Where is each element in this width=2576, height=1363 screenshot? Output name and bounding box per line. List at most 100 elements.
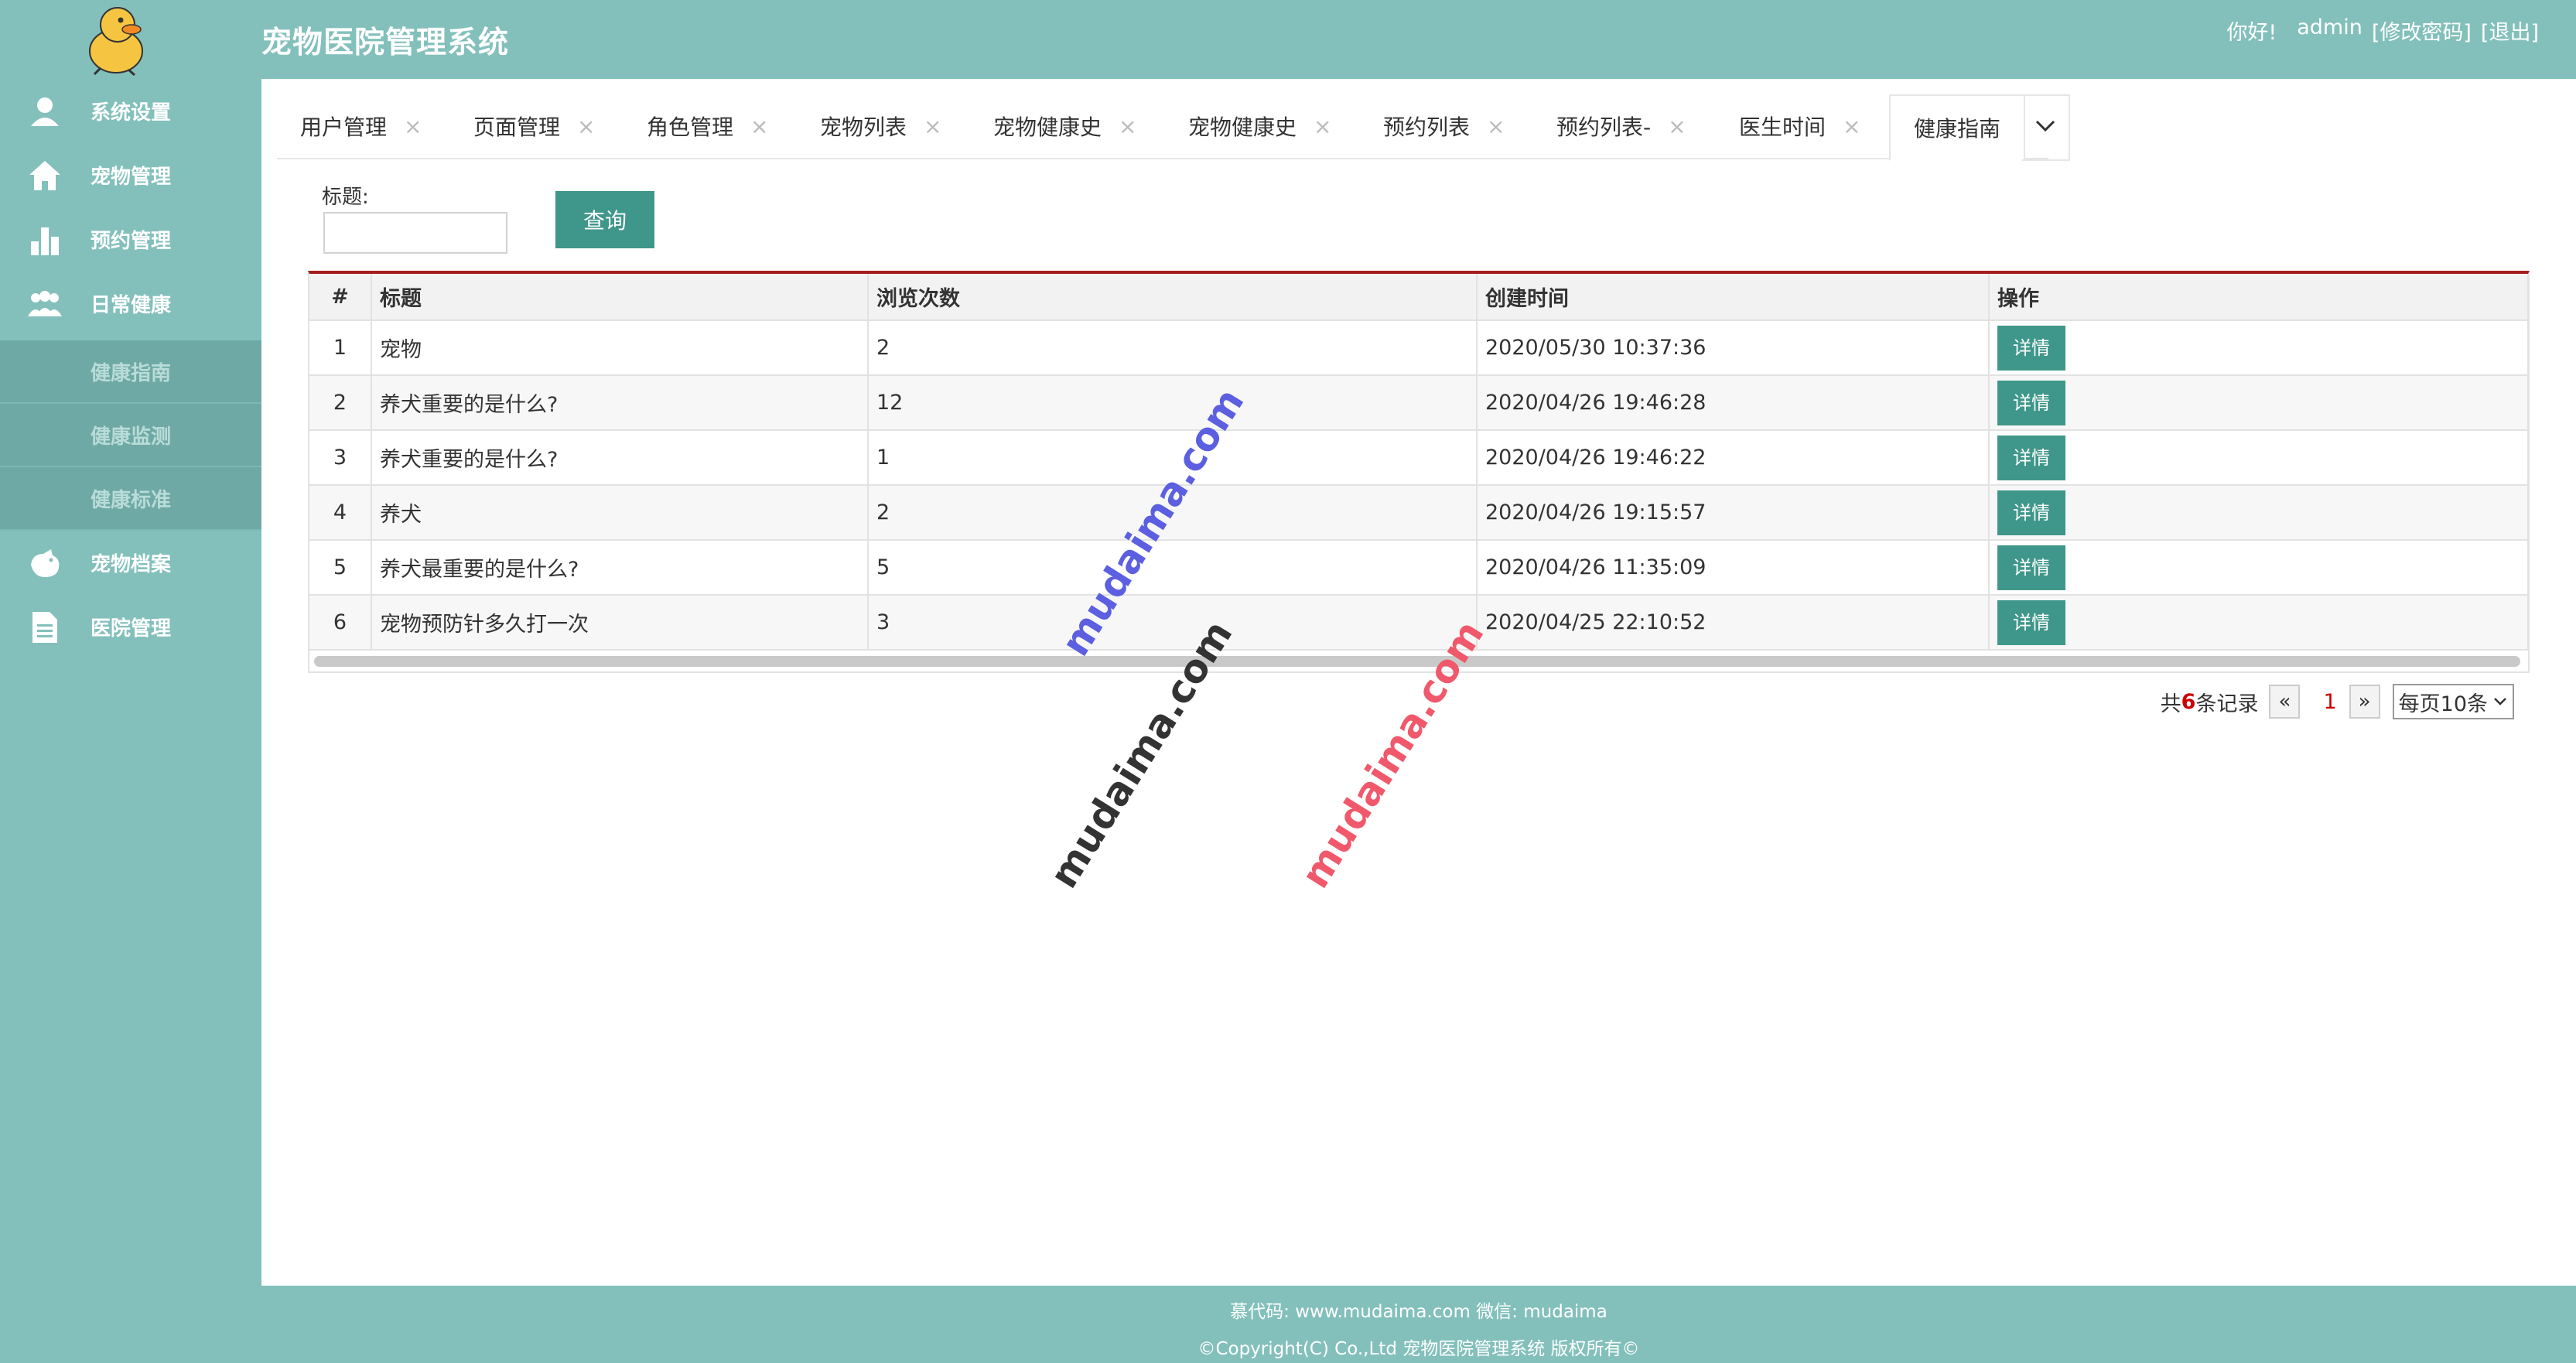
- row-action-cell: 详情: [1989, 320, 2529, 376]
- close-icon[interactable]: ×: [1119, 114, 1136, 139]
- footer-line-1: 慕代码: www.mudaima.com 微信: mudaima: [1230, 1302, 1607, 1322]
- tab-appointment-list[interactable]: 预约列表 ×: [1383, 94, 1505, 158]
- tab-doctor-time[interactable]: 医生时间 ×: [1739, 94, 1860, 158]
- row-created: 2020/05/30 10:37:36: [1477, 320, 1990, 376]
- sidebar: 系统设置 宠物管理 预约管理 日常健康 健康指南 健康监测 健康标准 宠物档案: [0, 79, 261, 1286]
- tab-role-management[interactable]: 角色管理 ×: [647, 94, 768, 158]
- footer: 慕代码: www.mudaima.com 微信: mudaima ©Copyri…: [261, 1286, 2576, 1363]
- row-views: 3: [868, 595, 1478, 651]
- sidebar-item-label: 医院管理: [91, 617, 172, 641]
- close-icon[interactable]: ×: [1314, 114, 1331, 139]
- prev-page-button[interactable]: «: [2269, 685, 2301, 719]
- sidebar-item-appointment-management[interactable]: 预约管理: [0, 207, 261, 272]
- home-icon: [26, 157, 63, 194]
- tab-bar: 用户管理 × 页面管理 × 角色管理 × 宠物列表 × 宠物健康史 × 宠物健康…: [277, 94, 2070, 161]
- detail-button[interactable]: 详情: [1997, 490, 2065, 535]
- row-title: 养犬重要的是什么?: [371, 430, 869, 486]
- data-table: # 标题 浏览次数 创建时间 操作 1 宠物 2 2020/05/30 10:3…: [308, 271, 2530, 673]
- close-icon[interactable]: ×: [1487, 114, 1505, 139]
- row-views: 5: [868, 540, 1478, 596]
- sidebar-item-daily-health[interactable]: 日常健康: [0, 272, 261, 336]
- tab-appointment-list-2[interactable]: 预约列表- ×: [1556, 94, 1686, 158]
- table-row: 2 养犬重要的是什么? 12 2020/04/26 19:46:28 详情: [309, 375, 2529, 431]
- row-created: 2020/04/26 11:35:09: [1477, 540, 1990, 596]
- change-password-link[interactable]: [修改密码]: [2372, 15, 2472, 46]
- row-created: 2020/04/25 22:10:52: [1477, 595, 1990, 651]
- detail-button[interactable]: 详情: [1997, 435, 2065, 480]
- sidebar-item-pet-management[interactable]: 宠物管理: [0, 143, 261, 207]
- tab-label: 角色管理: [647, 114, 734, 140]
- detail-button[interactable]: 详情: [1997, 380, 2065, 425]
- close-icon[interactable]: ×: [404, 114, 422, 139]
- row-title: 宠物: [371, 320, 869, 376]
- search-title-input[interactable]: [323, 212, 507, 254]
- close-icon[interactable]: ×: [924, 114, 941, 139]
- duck-logo-icon: [77, 2, 155, 77]
- tab-label: 页面管理: [473, 114, 561, 140]
- next-page-button[interactable]: »: [2349, 685, 2380, 719]
- sidebar-item-label: 日常健康: [91, 294, 172, 317]
- sidebar-subitem-label: 健康监测: [91, 425, 172, 449]
- footer-line-2: ©Copyright(C) Co.,Ltd 宠物医院管理系统 版权所有©: [1197, 1339, 1640, 1359]
- document-icon: [26, 609, 63, 646]
- tab-page-management[interactable]: 页面管理 ×: [473, 94, 595, 158]
- row-action-cell: 详情: [1989, 375, 2529, 431]
- tab-label: 医生时间: [1739, 114, 1826, 140]
- pagination-suffix: 条记录: [2195, 692, 2259, 716]
- tab-label: 预约列表-: [1556, 114, 1652, 140]
- close-icon[interactable]: ×: [750, 114, 768, 139]
- sidebar-subitem-label: 健康指南: [91, 362, 172, 385]
- detail-button[interactable]: 详情: [1997, 600, 2065, 645]
- close-icon[interactable]: ×: [1843, 114, 1860, 139]
- sidebar-item-hospital-management[interactable]: 医院管理: [0, 595, 261, 659]
- tab-pet-list[interactable]: 宠物列表 ×: [820, 94, 941, 158]
- sidebar-item-system-settings[interactable]: 系统设置: [0, 79, 261, 143]
- users-icon: [26, 285, 63, 323]
- query-button[interactable]: 查询: [555, 191, 654, 248]
- table-row: 5 养犬最重要的是什么? 5 2020/04/26 11:35:09 详情: [309, 540, 2529, 596]
- tab-more-button[interactable]: [2022, 94, 2070, 161]
- pet-icon: [26, 545, 63, 582]
- sidebar-item-label: 系统设置: [91, 101, 172, 125]
- username-text: admin: [2297, 15, 2362, 39]
- row-views: 12: [868, 375, 1478, 431]
- logout-link[interactable]: [退出]: [2481, 15, 2539, 46]
- tab-label: 宠物健康史: [1188, 114, 1297, 140]
- column-header: #: [309, 274, 372, 321]
- user-bar: 你好! admin [修改密码] [退出]: [2226, 15, 2539, 46]
- close-icon[interactable]: ×: [577, 114, 595, 139]
- horizontal-scrollbar[interactable]: [314, 656, 2520, 667]
- column-header: 创建时间: [1477, 274, 1990, 321]
- table-row: 3 养犬重要的是什么? 1 2020/04/26 19:46:22 详情: [309, 430, 2529, 486]
- search-title-label: 标题:: [322, 186, 369, 209]
- row-created: 2020/04/26 19:46:28: [1477, 375, 1990, 431]
- tab-label: 宠物健康史: [993, 114, 1102, 140]
- row-title: 宠物预防针多久打一次: [371, 595, 869, 651]
- detail-button[interactable]: 详情: [1997, 545, 2065, 590]
- tab-health-guide[interactable]: 健康指南: [1889, 94, 2026, 161]
- sidebar-item-pet-records[interactable]: 宠物档案: [0, 531, 261, 595]
- row-action-cell: 详情: [1989, 485, 2529, 541]
- app-title: 宠物医院管理系统: [261, 26, 510, 60]
- bar-chart-icon: [26, 221, 63, 258]
- row-action-cell: 详情: [1989, 540, 2529, 596]
- row-action-cell: 详情: [1989, 595, 2529, 651]
- detail-button[interactable]: 详情: [1997, 325, 2065, 371]
- tab-label: 健康指南: [1914, 116, 2001, 142]
- close-icon[interactable]: ×: [1668, 114, 1686, 139]
- sidebar-item-label: 宠物管理: [91, 166, 172, 189]
- tab-pet-health-history-2[interactable]: 宠物健康史 ×: [1188, 94, 1331, 158]
- sidebar-item-label: 预约管理: [91, 230, 172, 253]
- current-page[interactable]: 1: [2323, 690, 2336, 714]
- pagination: 共 6 条记录 « 1 » 每页10条: [2161, 682, 2514, 721]
- sidebar-subitem-health-guide[interactable]: 健康指南: [0, 340, 261, 404]
- row-title: 养犬最重要的是什么?: [371, 540, 869, 596]
- tab-pet-health-history[interactable]: 宠物健康史 ×: [993, 94, 1136, 158]
- sidebar-subitem-health-standard[interactable]: 健康标准: [0, 467, 261, 531]
- sidebar-subitem-health-monitor[interactable]: 健康监测: [0, 404, 261, 467]
- table-row: 4 养犬 2 2020/04/26 19:15:57 详情: [309, 485, 2529, 541]
- row-number: 1: [309, 320, 372, 376]
- tab-user-management[interactable]: 用户管理 ×: [300, 94, 422, 158]
- page-size-select[interactable]: 每页10条: [2392, 684, 2514, 719]
- chevron-down-icon: [2034, 119, 2056, 136]
